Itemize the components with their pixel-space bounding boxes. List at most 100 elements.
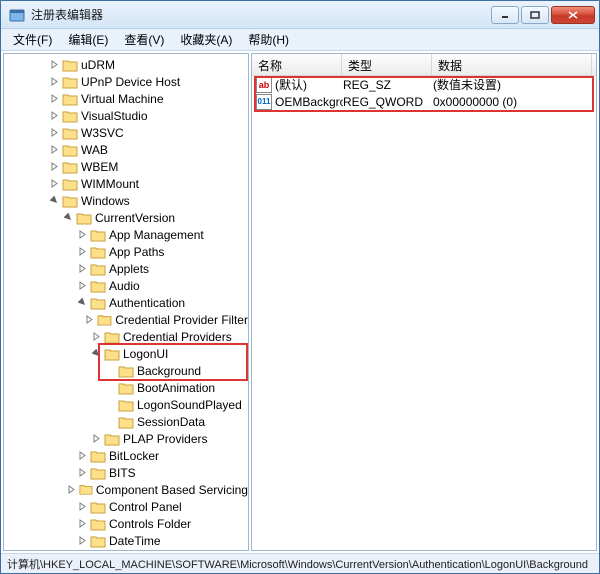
expander-closed-icon[interactable] [48,59,60,71]
expander-open-icon[interactable] [90,348,102,360]
tree-item[interactable]: Control Panel [6,498,248,515]
folder-icon [118,398,134,412]
window-title: 注册表编辑器 [31,6,489,23]
expander-closed-icon[interactable] [76,263,88,275]
list-row[interactable]: ab(默认)REG_SZ(数值未设置) [252,76,596,93]
tree-item[interactable]: Credential Providers [6,328,248,345]
tree-item[interactable]: Credential Provider Filter [6,311,248,328]
expander-closed-icon[interactable] [90,433,102,445]
expander-closed-icon[interactable] [76,467,88,479]
folder-icon [104,432,120,446]
tree-item[interactable]: Audio [6,277,248,294]
close-button[interactable] [551,6,595,24]
tree-item[interactable]: CurrentVersion [6,209,248,226]
expander-closed-icon[interactable] [90,331,102,343]
tree-item-label: WAB [81,143,108,157]
tree-item[interactable]: uDRM [6,56,248,73]
column-type[interactable]: 类型 [342,54,432,75]
tree-item-label: W3SVC [81,126,124,140]
tree-item[interactable]: BootAnimation [6,379,248,396]
tree-item[interactable]: WBEM [6,158,248,175]
folder-icon [118,415,134,429]
menu-view[interactable]: 查看(V) [116,29,172,50]
expander-closed-icon[interactable] [67,484,77,496]
expander-closed-icon[interactable] [48,161,60,173]
tree-item[interactable]: App Paths [6,243,248,260]
folder-icon [90,228,106,242]
folder-icon [104,330,120,344]
expander-closed-icon[interactable] [48,127,60,139]
tree-item[interactable]: BITS [6,464,248,481]
maximize-button[interactable] [521,6,549,24]
expander-closed-icon[interactable] [48,76,60,88]
menu-help[interactable]: 帮助(H) [240,29,297,50]
expander-closed-icon[interactable] [48,144,60,156]
column-name[interactable]: 名称 [252,54,342,75]
tree-item[interactable]: Component Based Servicing [6,481,248,498]
list-row[interactable]: 011OEMBackgrou...REG_QWORD0x00000000 (0) [252,93,596,110]
tree-item-label: Background [137,364,201,378]
tree-item[interactable]: SessionData [6,413,248,430]
value-data: (数值未设置) [433,76,593,93]
minimize-button[interactable] [491,6,519,24]
folder-icon [90,534,106,548]
tree-item[interactable]: Authentication [6,294,248,311]
tree-item-label: CurrentVersion [95,211,175,225]
tree-item[interactable]: Windows [6,192,248,209]
tree-item[interactable]: LogonSoundPlayed [6,396,248,413]
folder-icon [76,211,92,225]
folder-icon [62,109,78,123]
expander-open-icon[interactable] [48,195,60,207]
expander-closed-icon[interactable] [76,246,88,258]
expander-closed-icon[interactable] [76,229,88,241]
folder-icon [104,347,120,361]
tree-pane[interactable]: uDRM UPnP Device Host Virtual MachineVisua… [3,53,249,551]
tree-item-label: WBEM [81,160,118,174]
tree-item-label: Control Panel [109,500,182,514]
tree-item[interactable]: WAB [6,141,248,158]
list-pane[interactable]: 名称 类型 数据 ab(默认)REG_SZ(数值未设置)011OEMBackgr… [251,53,597,551]
menu-file[interactable]: 文件(F) [5,29,60,50]
tree-item-label: UPnP Device Host [81,75,180,89]
menu-edit[interactable]: 编辑(E) [60,29,116,50]
folder-icon [62,92,78,106]
folder-icon [90,262,106,276]
tree-item[interactable]: Background [6,362,248,379]
folder-icon [118,364,134,378]
tree-item[interactable]: Device Installer [6,549,248,551]
expander-closed-icon[interactable] [76,518,88,530]
tree-item-label: Virtual Machine [81,92,164,106]
tree-item[interactable]: PLAP Providers [6,430,248,447]
tree-item[interactable]: DateTime [6,532,248,549]
expander-closed-icon[interactable] [76,450,88,462]
tree-item[interactable]: Virtual Machine [6,90,248,107]
tree-item[interactable]: App Management [6,226,248,243]
tree-item[interactable]: WIMMount [6,175,248,192]
tree-item-label: BITS [109,466,136,480]
expander-closed-icon[interactable] [76,535,88,547]
tree-item-label: Device Installer [109,551,191,552]
tree-item[interactable]: Controls Folder [6,515,248,532]
tree-item-label: LogonSoundPlayed [137,398,242,412]
value-data: 0x00000000 (0) [433,95,593,109]
expander-closed-icon[interactable] [48,110,60,122]
content-area: uDRM UPnP Device Host Virtual MachineVisua… [1,51,599,553]
expander-open-icon[interactable] [76,297,88,309]
expander-closed-icon[interactable] [84,314,95,326]
tree-item[interactable]: W3SVC [6,124,248,141]
tree-item[interactable]: Applets [6,260,248,277]
value-name: (默认) [275,76,343,93]
tree-item[interactable]: UPnP Device Host [6,73,248,90]
expander-closed-icon[interactable] [48,178,60,190]
menu-favorites[interactable]: 收藏夹(A) [172,29,240,50]
tree-item[interactable]: VisualStudio [6,107,248,124]
expander-open-icon[interactable] [62,212,74,224]
titlebar[interactable]: 注册表编辑器 [1,1,599,29]
expander-closed-icon[interactable] [76,501,88,513]
expander-closed-icon[interactable] [76,280,88,292]
tree-item[interactable]: LogonUI [6,345,248,362]
column-data[interactable]: 数据 [432,54,592,75]
folder-icon [62,177,78,191]
expander-closed-icon[interactable] [48,93,60,105]
tree-item[interactable]: BitLocker [6,447,248,464]
